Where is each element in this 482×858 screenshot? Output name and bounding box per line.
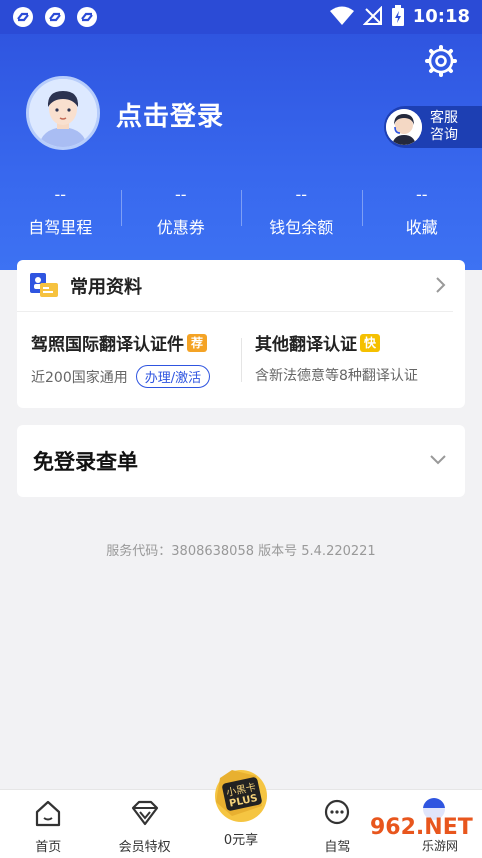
service-label-line2: 咨询 xyxy=(430,127,458,143)
other-translation-title: 其他翻译认证 xyxy=(255,335,357,355)
chevron-down-icon[interactable] xyxy=(429,453,447,467)
settings-gear-icon[interactable] xyxy=(424,44,458,78)
sync-icon xyxy=(77,7,97,27)
guest-order-query-title: 免登录查单 xyxy=(33,450,138,474)
stats-row: -- 自驾里程 -- 优惠券 -- 钱包余额 -- 收藏 xyxy=(0,184,482,244)
sync-icon xyxy=(13,7,33,27)
other-translation-desc: 含新法德意等8种翻译认证 xyxy=(255,368,418,384)
fast-badge: 快 xyxy=(360,333,380,352)
common-info-header[interactable]: 常用资料 xyxy=(17,260,453,312)
user-avatar-icon xyxy=(29,79,97,147)
nav-label: 0元享 xyxy=(223,833,259,848)
status-bar: 10:18 xyxy=(0,0,482,34)
apply-activate-button[interactable]: 办理/激活 xyxy=(135,365,211,388)
nav-label: 首页 xyxy=(35,840,62,855)
stat-label: 收藏 xyxy=(405,218,438,237)
divider xyxy=(241,338,242,382)
guest-order-query-card[interactable]: 免登录查单 xyxy=(17,425,465,497)
id-card-icon xyxy=(30,272,58,297)
common-info-title: 常用资料 xyxy=(70,276,142,298)
watermark-logo: 962.NET 乐游网 xyxy=(360,808,478,854)
stat-coupons[interactable]: -- 优惠券 xyxy=(120,184,242,244)
stat-wallet[interactable]: -- 钱包余额 xyxy=(241,184,362,244)
chat-icon xyxy=(325,799,350,825)
wifi-icon xyxy=(329,6,354,25)
intl-license-translation[interactable]: 驾照国际翻译认证件 荐 近200国家通用 办理/激活 xyxy=(31,330,211,388)
stat-mileage[interactable]: -- 自驾里程 xyxy=(0,184,121,244)
avatar[interactable] xyxy=(26,76,100,150)
sync-icon xyxy=(45,7,65,27)
customer-service-button[interactable]: 客服 咨询 xyxy=(384,106,482,148)
login-link[interactable]: 点击登录 xyxy=(116,96,224,133)
stat-value: -- xyxy=(54,185,67,204)
intl-license-desc: 近200国家通用 xyxy=(31,369,128,386)
chevron-right-icon[interactable] xyxy=(433,276,447,294)
recommend-badge: 荐 xyxy=(187,333,207,352)
home-icon xyxy=(36,800,61,827)
intl-license-title: 驾照国际翻译认证件 xyxy=(31,335,184,355)
no-signal-icon xyxy=(362,6,382,25)
clock: 10:18 xyxy=(412,5,470,27)
stat-label: 优惠券 xyxy=(156,218,205,237)
watermark-text: 962.NET xyxy=(370,815,473,840)
stat-value: -- xyxy=(174,185,187,204)
service-agent-icon xyxy=(386,109,422,145)
diamond-icon xyxy=(131,800,158,826)
plus-card-icon: 小黑卡 PLUS xyxy=(215,770,268,822)
stat-value: -- xyxy=(295,185,308,204)
service-label-line1: 客服 xyxy=(430,110,458,126)
other-translation[interactable]: 其他翻译认证 快 含新法德意等8种翻译认证 xyxy=(255,330,418,385)
stat-favorites[interactable]: -- 收藏 xyxy=(361,184,482,244)
nav-membership[interactable]: 会员特权 xyxy=(96,790,192,858)
battery-icon xyxy=(391,5,404,26)
nav-label: 会员特权 xyxy=(118,840,171,855)
version-info: 服务代码：3808638058 版本号 5.4.220221 xyxy=(106,544,376,559)
notification-icons xyxy=(12,6,98,28)
common-info-card: 常用资料 驾照国际翻译认证件 荐 近200国家通用 办理/激活 其他翻译认证 快… xyxy=(17,260,465,408)
nav-plus[interactable]: 小黑卡 PLUS 0元享 xyxy=(193,770,289,858)
profile-header: 点击登录 客服 咨询 -- 自驾里程 -- 优惠券 -- 钱包余额 -- 收藏 xyxy=(0,34,482,270)
stat-label: 钱包余额 xyxy=(269,218,334,237)
stat-label: 自驾里程 xyxy=(28,218,93,237)
nav-home[interactable]: 首页 xyxy=(0,790,96,858)
watermark-sub: 乐游网 xyxy=(422,839,458,853)
stat-value: -- xyxy=(415,185,428,204)
